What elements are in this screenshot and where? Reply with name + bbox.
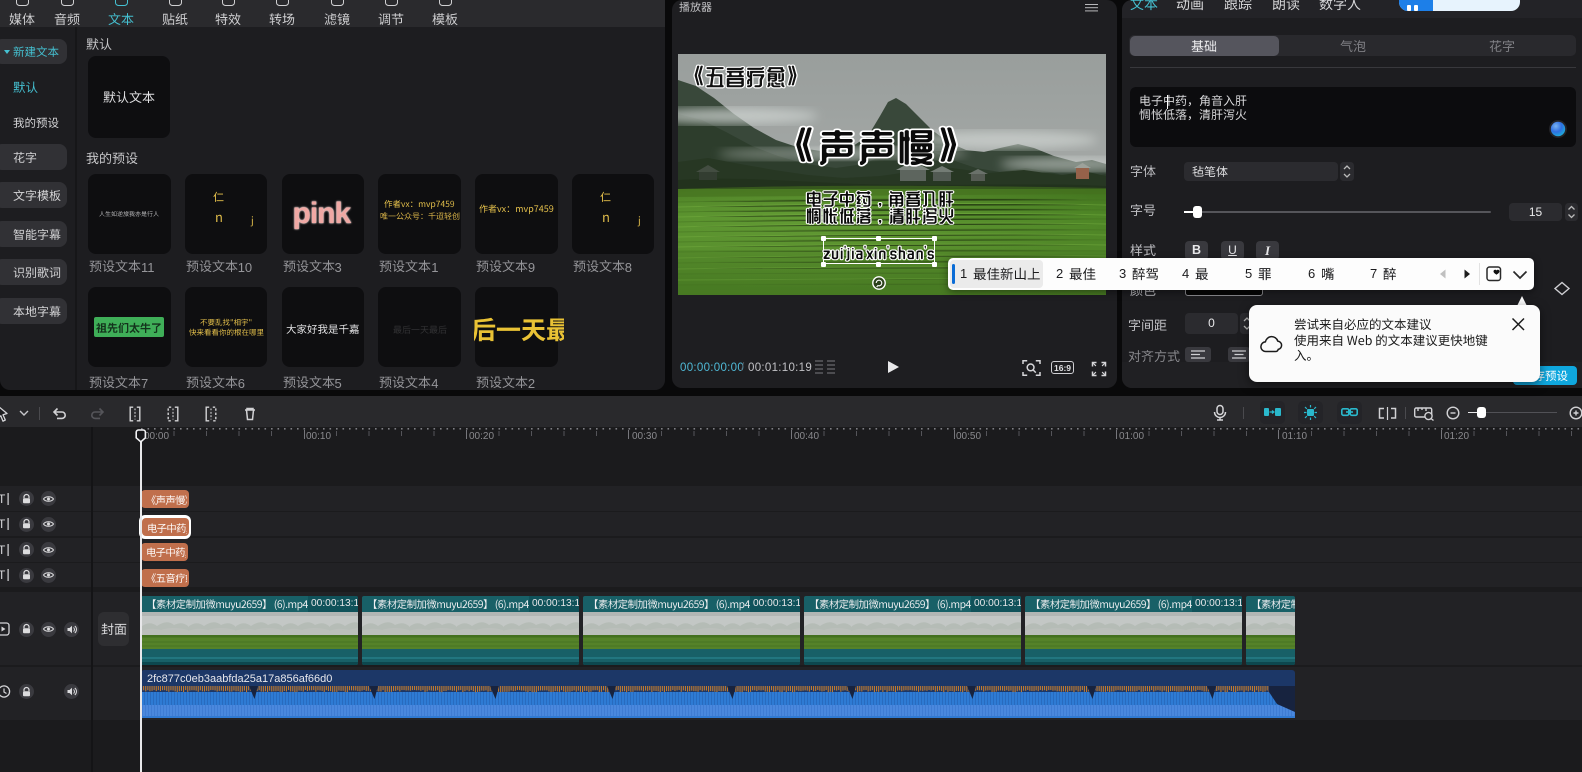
svg-text:T: T [0,517,6,531]
svg-text:T: T [0,492,6,506]
svg-text:T: T [0,543,6,557]
svg-text:T: T [0,568,6,582]
